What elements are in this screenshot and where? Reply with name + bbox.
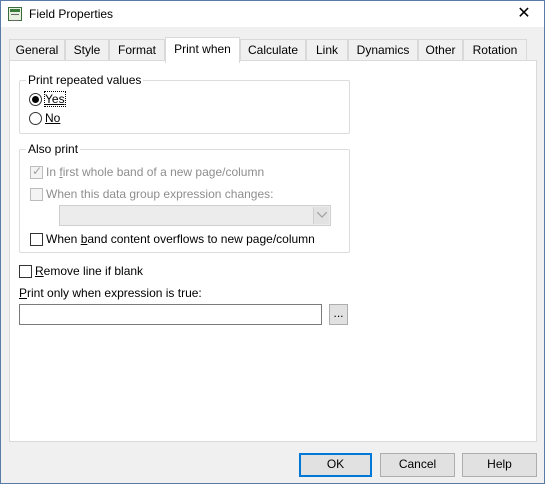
remove-line-checkbox[interactable] [19, 265, 32, 278]
app-icon [8, 7, 22, 21]
field-properties-dialog: Field Properties ✕ General Style Format … [0, 0, 545, 484]
expression-label: Print only when expression is true: [19, 286, 202, 300]
first-band-checkbox[interactable] [30, 164, 43, 179]
no-radio[interactable] [29, 112, 42, 125]
tab-format[interactable]: Format [109, 39, 165, 61]
group-change-checkbox[interactable] [30, 188, 43, 201]
yes-radio[interactable] [29, 93, 42, 106]
tab-print-when[interactable]: Print when [165, 37, 240, 63]
yes-radio-label[interactable]: Yes [44, 91, 66, 107]
title-bar: Field Properties ✕ [1, 1, 544, 27]
close-button[interactable]: ✕ [504, 1, 544, 27]
print-repeated-group-label: Print repeated values [26, 73, 144, 87]
band-overflow-checkbox[interactable] [30, 233, 43, 246]
group-select-dropdown[interactable] [59, 205, 331, 226]
help-button[interactable]: Help [462, 453, 537, 477]
tab-link[interactable]: Link [306, 39, 348, 61]
tab-dynamics[interactable]: Dynamics [348, 39, 418, 61]
group-change-label: When this data group expression changes: [46, 187, 274, 201]
remove-line-label[interactable]: Remove line if blank [35, 264, 143, 278]
ok-button[interactable]: OK [299, 453, 372, 477]
first-band-label: In first whole band of a new page/column [46, 165, 265, 179]
cancel-button[interactable]: Cancel [380, 453, 455, 477]
tab-other[interactable]: Other [418, 39, 463, 61]
chevron-down-icon[interactable] [313, 207, 329, 224]
window-title: Field Properties [29, 7, 114, 21]
expression-input[interactable] [19, 304, 322, 325]
also-print-group-label: Also print [26, 142, 81, 156]
tab-calculate[interactable]: Calculate [240, 39, 306, 61]
print-repeated-group: Print repeated values [19, 73, 350, 134]
tab-rotation[interactable]: Rotation [463, 39, 527, 61]
no-radio-label[interactable]: No [45, 111, 60, 125]
tab-panel: Print repeated values Yes No Also print … [9, 60, 537, 442]
tab-general[interactable]: General [9, 39, 65, 61]
expression-browse-button[interactable]: ... [329, 304, 348, 325]
tab-style[interactable]: Style [65, 39, 109, 61]
band-overflow-label[interactable]: When band content overflows to new page/… [46, 232, 315, 246]
